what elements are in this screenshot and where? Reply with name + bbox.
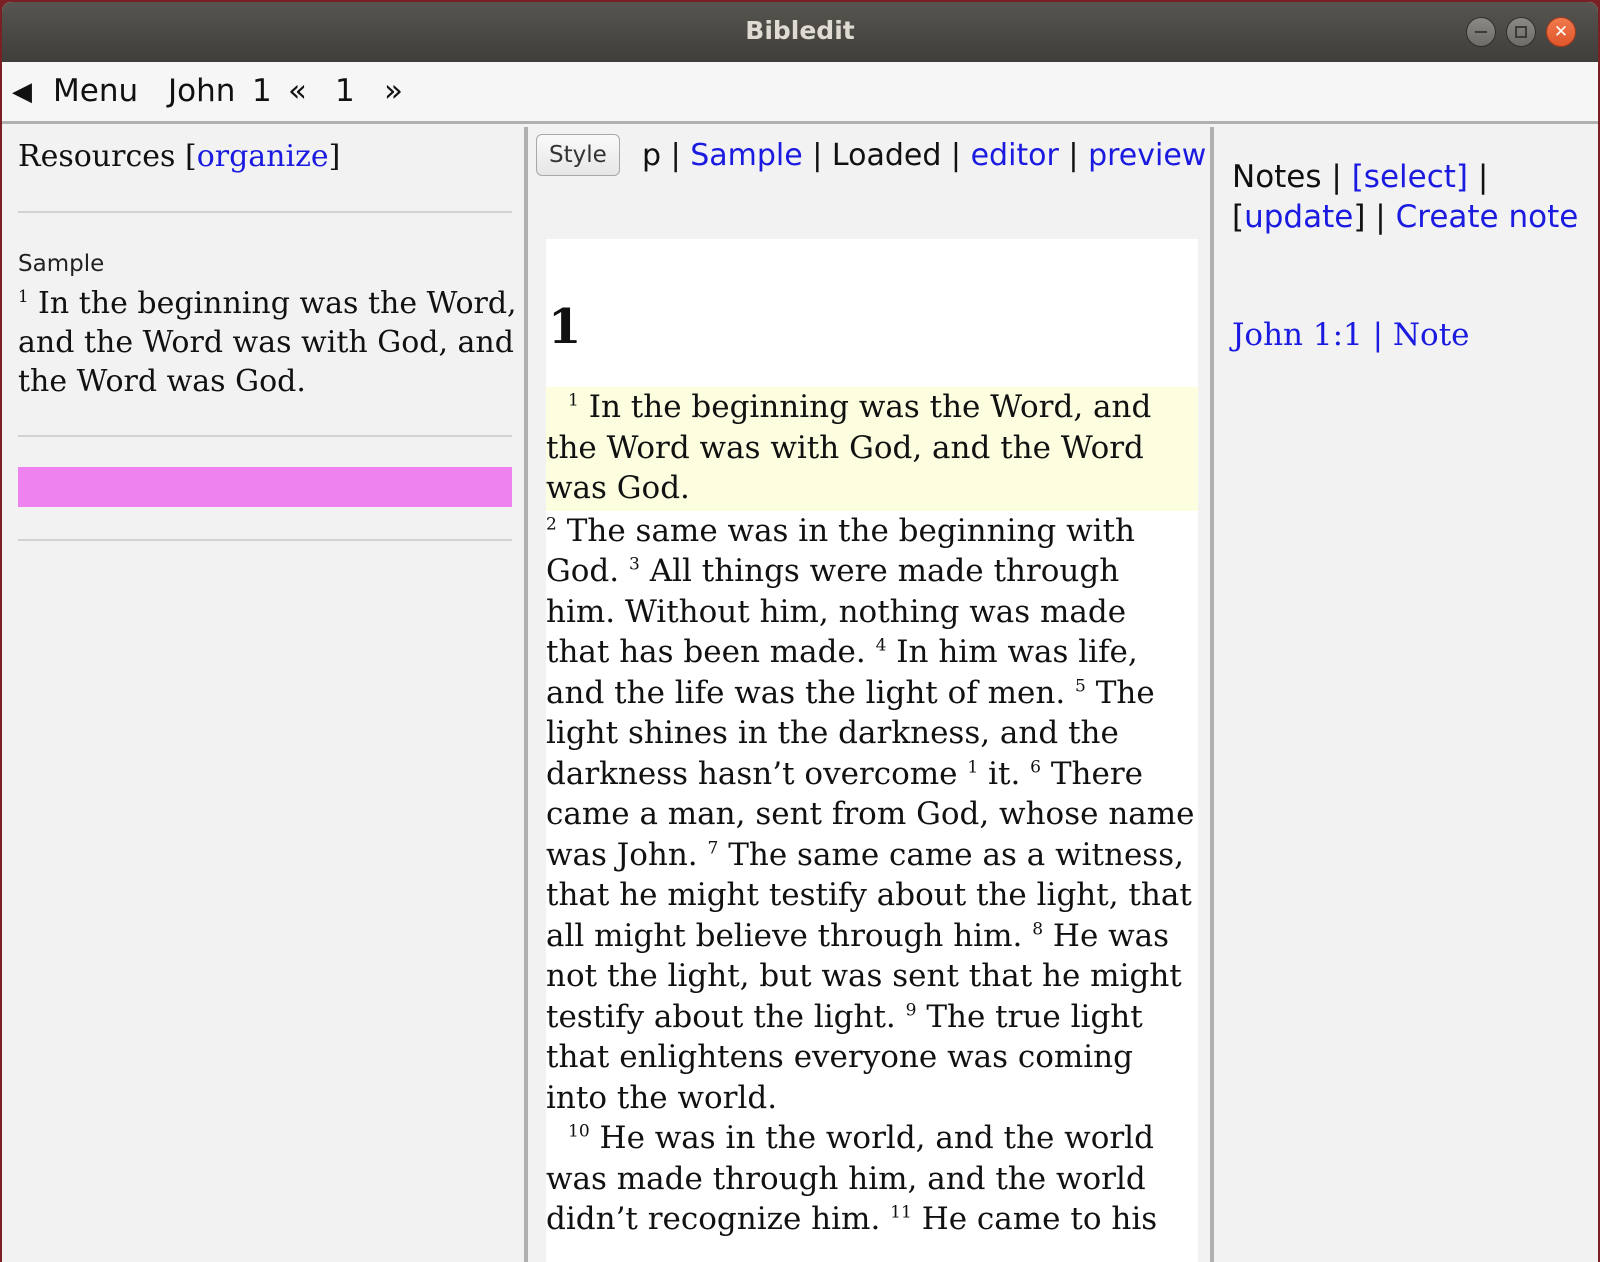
separator: | [1321,159,1352,195]
verse-text[interactable]: He came to his [922,1201,1157,1237]
verse-number: 10 [568,1121,590,1142]
bracket: [ [184,139,197,174]
minimize-icon [1475,31,1487,33]
verse-text[interactable]: In the beginning was the Word, and the W… [546,389,1151,506]
editor-panel: p | Sample | Loaded | editor | preview S… [528,127,1214,1262]
create-note-link[interactable]: Create note [1396,199,1579,235]
load-status: Loaded [831,138,942,173]
verse-number: 4 [875,635,887,656]
next-chapter-button[interactable]: » [384,73,403,109]
verse-number: 1 [568,390,579,411]
divider [18,435,512,437]
editor-link[interactable]: editor [971,138,1059,173]
notes-label: Notes [1232,159,1322,195]
app-window: Bibledit ✕ ◀ Menu John 1 « 1 » Resources… [2,2,1598,1262]
menu-bar: ◀ Menu John 1 « 1 » [2,62,1598,124]
menu-button[interactable]: Menu [53,73,138,109]
notes-header: Notes | [select] | [update] | Create not… [1232,157,1582,237]
text-editor[interactable]: 1 1 In the beginning was the Word, and t… [546,239,1198,1262]
book-selector[interactable]: John [168,73,235,109]
chapter-selector[interactable]: 1 [252,73,272,109]
maximize-button[interactable] [1506,17,1536,47]
editor-text[interactable]: 1 In the beginning was the Word, and the… [546,387,1198,1240]
bible-link[interactable]: Sample [690,138,803,173]
separator: | [661,138,691,173]
title-bar[interactable]: Bibledit ✕ [2,2,1598,62]
separator: | [1468,159,1489,195]
verse-number: 1 [18,287,29,306]
verse-number: 9 [905,1000,917,1021]
separator: | [941,138,971,173]
bracket: [ [1232,199,1245,235]
resource-text: 1 In the beginning was the Word, and the… [18,284,518,401]
divider [18,211,512,213]
select-notes-link[interactable]: [select] [1352,159,1468,195]
separator: | [802,138,832,173]
editor-toolbar: p | Sample | Loaded | editor | preview [532,127,1212,185]
chapter-number: 1 [548,299,582,355]
verse-number: 8 [1032,919,1044,940]
resource-highlight-bar [18,467,512,507]
verse-text[interactable]: it. [988,756,1020,792]
verse-number: 11 [890,1202,912,1223]
resource-title: Sample [18,251,105,277]
separator: | [1365,199,1396,235]
footnote-marker[interactable]: 1 [967,757,978,777]
maximize-icon [1515,26,1527,38]
verse-number: 7 [707,838,719,859]
close-button[interactable]: ✕ [1546,17,1576,47]
verse-number: 3 [629,554,640,575]
style-button[interactable]: Style [536,134,620,176]
minimize-button[interactable] [1466,17,1496,47]
notes-panel: Notes | [select] | [update] | Create not… [1214,127,1598,1262]
divider [18,539,512,541]
window-title: Bibledit [745,16,855,45]
resource-verse-text: In the beginning was the Word, and the W… [18,286,517,399]
active-verse[interactable]: 1 In the beginning was the Word, and the… [546,387,1198,511]
close-icon: ✕ [1553,21,1569,42]
separator: | [1058,138,1089,173]
previous-chapter-button[interactable]: « [288,73,307,109]
back-arrow-icon[interactable]: ◀ [12,77,32,107]
resources-header: Resources [organize] [18,139,340,174]
paragraph[interactable]: 10 He was in the world, and the world wa… [546,1118,1198,1240]
organize-link[interactable]: organize [197,139,329,174]
style-value: p [642,138,662,173]
resources-panel: Resources [organize] Sample 1 In the beg… [2,127,528,1262]
verse-number: 2 [546,514,557,535]
bracket: ] [1353,199,1366,235]
paragraph[interactable]: 2 The same was in the beginning with God… [546,511,1198,1119]
bracket: ] [328,139,341,174]
verse-number: 6 [1030,757,1042,778]
note-item[interactable]: John 1:1 | Note [1232,317,1470,353]
update-notes-link[interactable]: update [1244,199,1353,235]
preview-link[interactable]: preview [1088,138,1206,173]
verse-number: 5 [1075,676,1086,697]
resources-label: Resources [18,139,176,174]
chapter-number-selector[interactable]: 1 [335,73,355,109]
